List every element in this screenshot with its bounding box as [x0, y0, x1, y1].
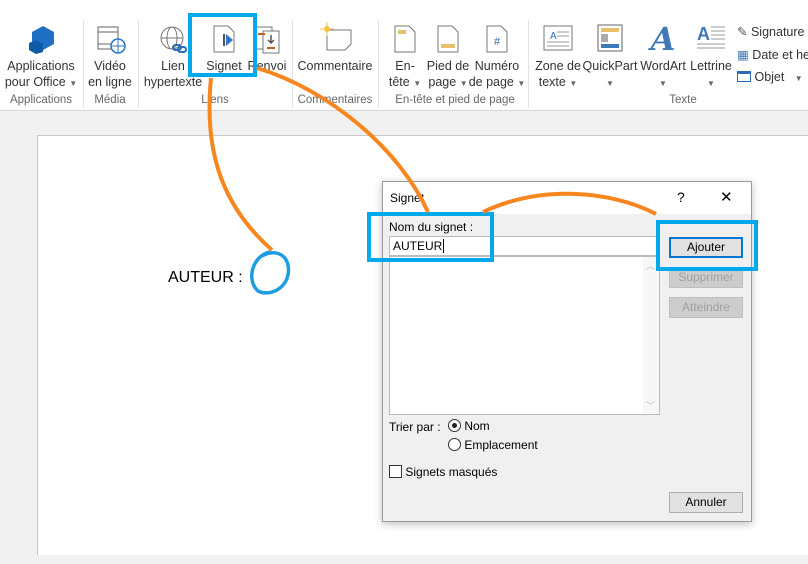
annotation-arrow: [482, 191, 657, 216]
annotation-arrow: [256, 66, 430, 213]
annotation-overlay: [207, 66, 657, 295]
annotation-arrow: [207, 77, 274, 252]
annotation-circle: [250, 250, 291, 295]
